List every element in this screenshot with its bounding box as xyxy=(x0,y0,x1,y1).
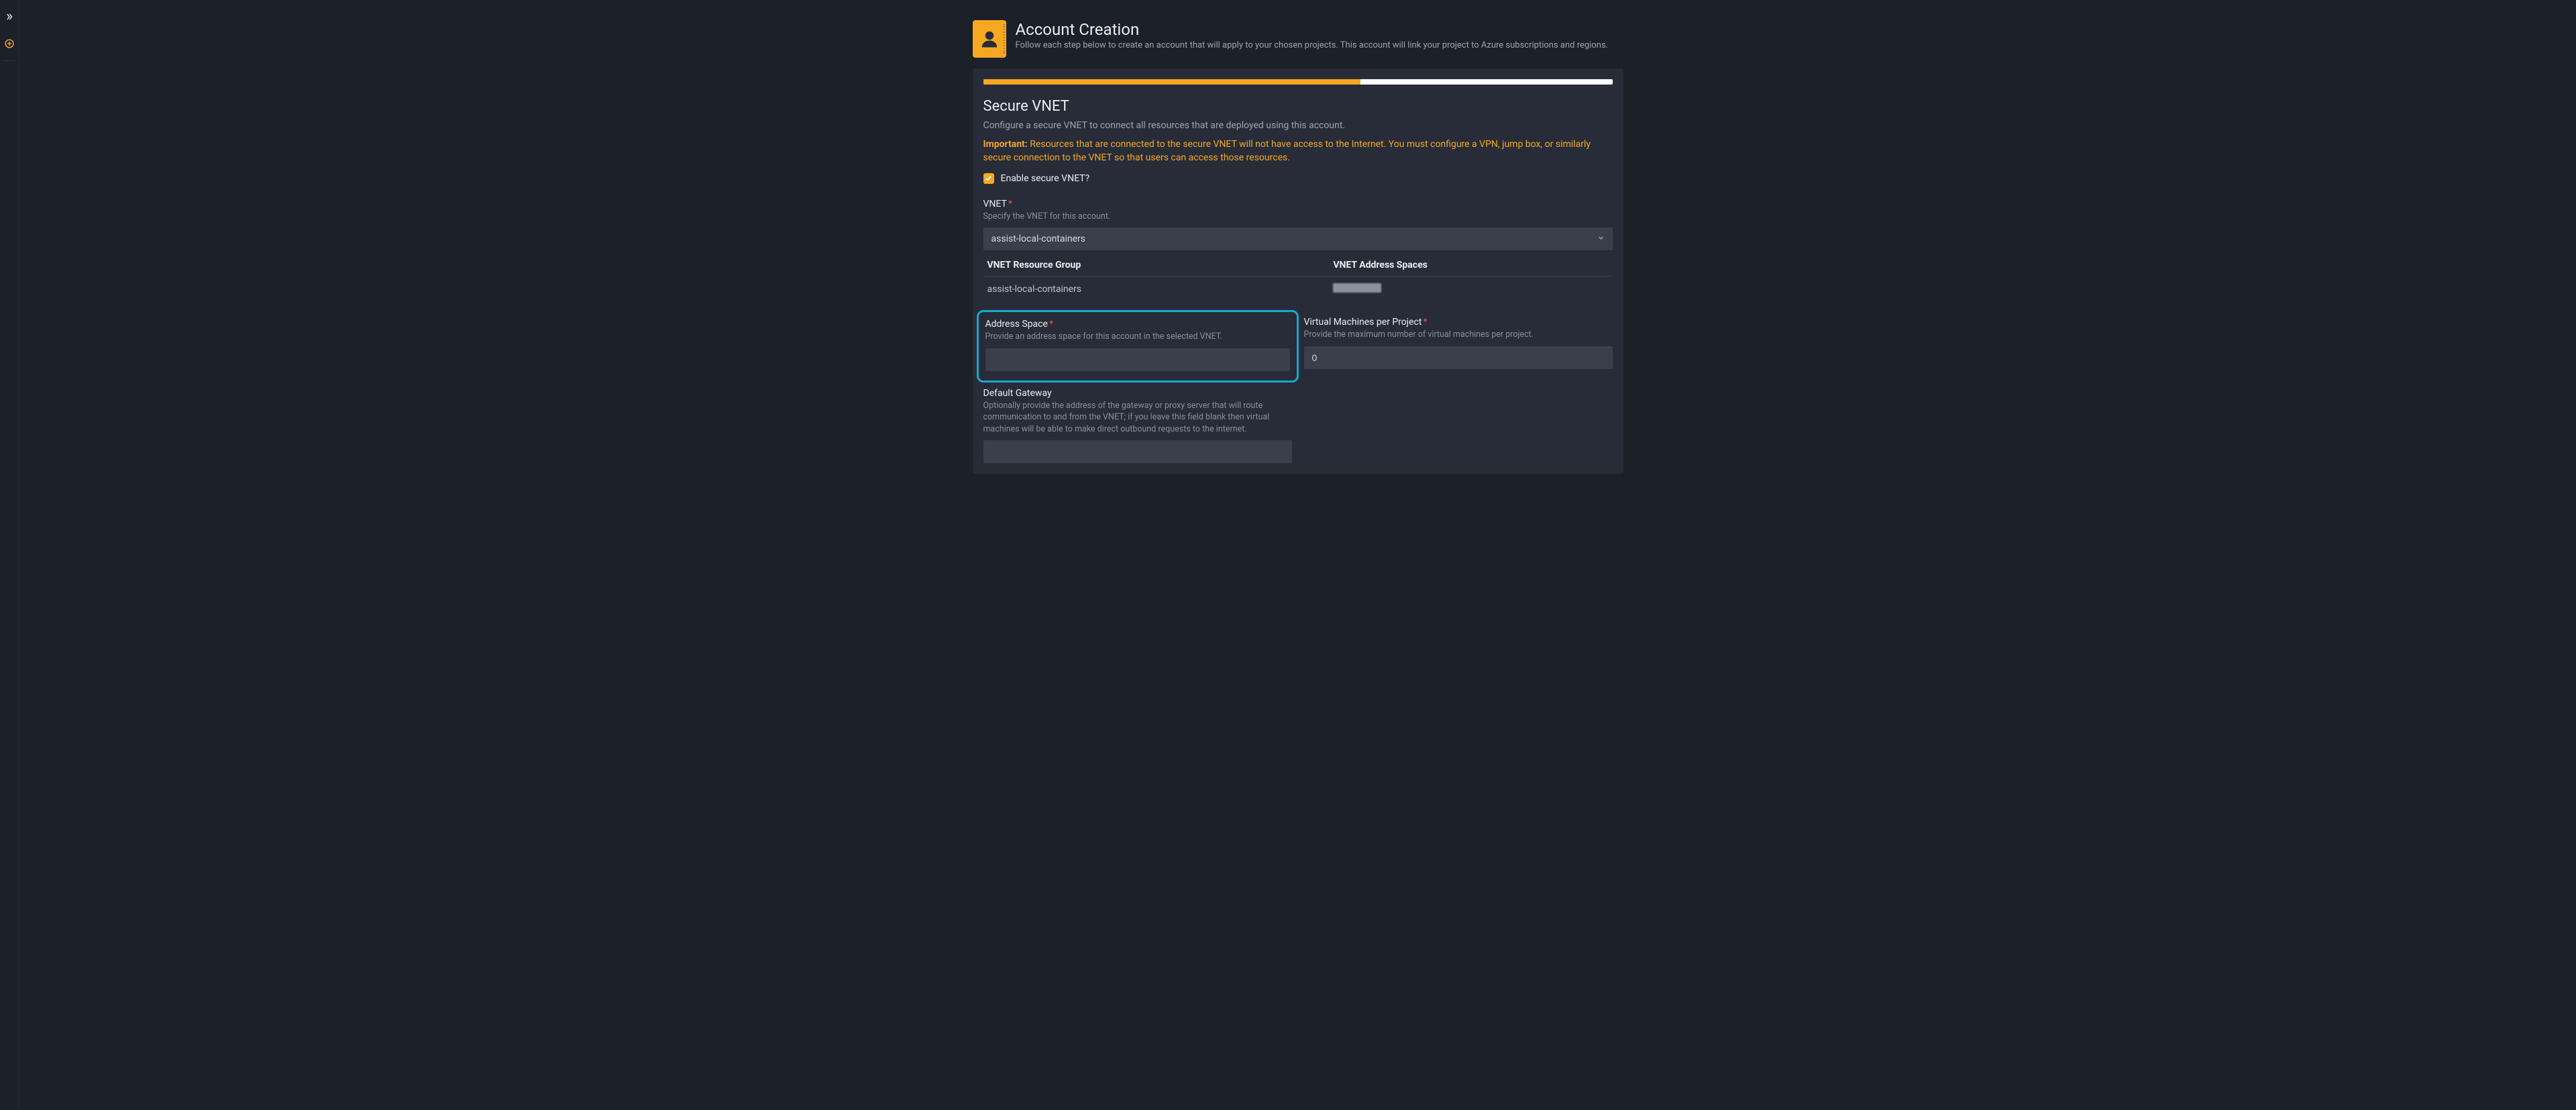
page-subtitle: Follow each step below to create an acco… xyxy=(1016,40,1609,50)
check-icon xyxy=(985,174,992,182)
default-gateway-help: Optionally provide the address of the ga… xyxy=(983,400,1292,436)
default-gateway-input[interactable] xyxy=(983,440,1292,463)
important-text: Resources that are connected to the secu… xyxy=(983,139,1591,163)
vnet-table-header-group: VNET Resource Group xyxy=(983,254,1330,276)
user-icon xyxy=(979,29,1000,49)
redacted-value xyxy=(1333,283,1381,293)
table-row: assist-local-containers xyxy=(983,276,1613,303)
vnet-select[interactable]: assist-local-containers xyxy=(983,228,1613,250)
expand-sidebar-button[interactable] xyxy=(0,7,19,27)
chevron-down-icon xyxy=(1597,234,1605,244)
page-header: Account Creation Follow each step below … xyxy=(973,20,1623,58)
section-desc: Configure a secure VNET to connect all r… xyxy=(983,120,1613,131)
plus-circle-icon xyxy=(5,39,14,48)
sidebar xyxy=(0,0,19,1110)
add-button[interactable] xyxy=(0,34,19,54)
vnet-resource-group-value: assist-local-containers xyxy=(983,276,1330,303)
default-gateway-label: Default Gateway xyxy=(983,388,1292,399)
vnet-address-spaces-value xyxy=(1329,276,1612,303)
chevron-double-right-icon xyxy=(5,13,13,21)
vnet-table: VNET Resource Group VNET Address Spaces … xyxy=(983,254,1613,302)
important-note: Important: Resources that are connected … xyxy=(983,138,1613,165)
vnet-label: VNET* xyxy=(983,199,1613,209)
address-space-label: Address Space* xyxy=(985,319,1290,330)
wizard-panel: Secure VNET Configure a secure VNET to c… xyxy=(973,68,1623,474)
vnet-select-value: assist-local-containers xyxy=(991,234,1086,244)
progress-bar xyxy=(983,79,1613,85)
vm-per-project-help: Provide the maximum number of virtual ma… xyxy=(1304,329,1613,341)
page-title: Account Creation xyxy=(1016,20,1609,39)
important-label: Important: xyxy=(983,139,1028,150)
required-asterisk: * xyxy=(1049,319,1053,330)
vm-per-project-input[interactable] xyxy=(1304,346,1613,369)
address-space-input[interactable] xyxy=(985,348,1290,371)
progress-fill xyxy=(983,79,1361,85)
enable-secure-vnet-label[interactable]: Enable secure VNET? xyxy=(1001,173,1090,184)
enable-secure-vnet-checkbox[interactable] xyxy=(983,173,994,184)
address-space-help: Provide an address space for this accoun… xyxy=(985,331,1290,343)
main-scroll[interactable]: Account Creation Follow each step below … xyxy=(19,0,2576,1110)
vnet-table-header-spaces: VNET Address Spaces xyxy=(1329,254,1612,276)
required-asterisk: * xyxy=(1423,317,1427,327)
required-asterisk: * xyxy=(1008,199,1012,209)
account-icon xyxy=(973,20,1006,58)
vm-per-project-label: Virtual Machines per Project* xyxy=(1304,317,1613,327)
address-space-highlight: Address Space* Provide an address space … xyxy=(977,310,1299,383)
content: Account Creation Follow each step below … xyxy=(973,20,1623,474)
section-title: Secure VNET xyxy=(983,98,1613,115)
vnet-help: Specify the VNET for this account. xyxy=(983,211,1613,223)
sidebar-divider xyxy=(3,60,15,61)
